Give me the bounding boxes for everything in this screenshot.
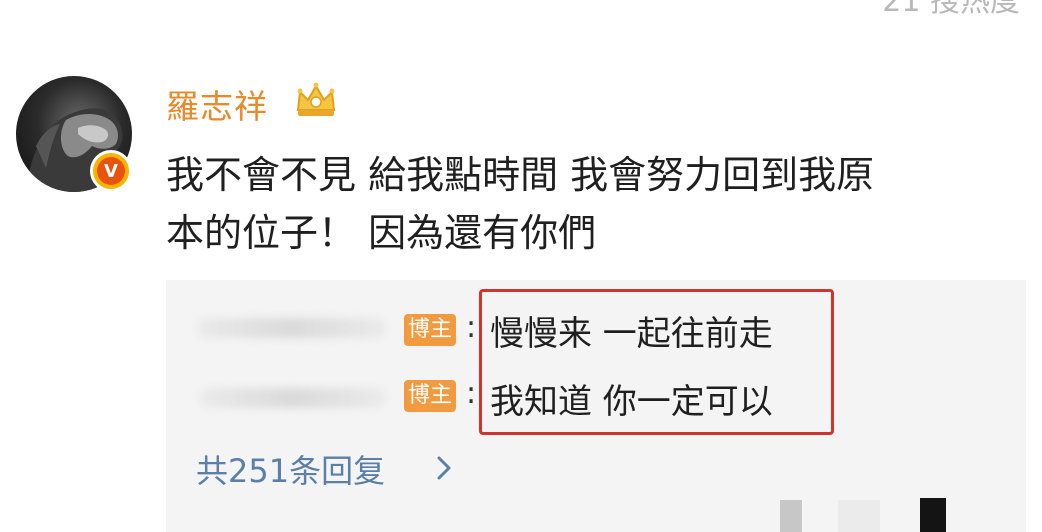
highlight-box: [479, 289, 834, 435]
blogger-badge: 博主: [404, 314, 456, 346]
post-text-line-2: 本的位子！ 因為還有你們: [166, 211, 597, 255]
post-text: 我不會不見 給我點時間 我會努力回到我原 本的位子！ 因為還有你們: [166, 146, 1026, 262]
blurred-username: [196, 318, 386, 338]
view-replies-link[interactable]: 共251条回复: [196, 446, 385, 492]
weibo-post-screenshot: 21 搜热度 V 羅志祥 我不會不見 給我點時間 我會努力回到我原 本的位子！ …: [0, 0, 1042, 532]
thumbnail-edge: [780, 500, 802, 532]
blurred-username: [200, 388, 386, 408]
blogger-badge: 博主: [404, 380, 456, 412]
reply-colon: :: [466, 310, 477, 345]
thumbnail-edge: [920, 498, 946, 532]
verified-badge-icon: V: [90, 150, 132, 192]
thumbnail-edge: [838, 500, 880, 532]
hot-search-heat: 21 搜热度: [882, 0, 1020, 19]
chevron-right-icon[interactable]: [434, 452, 454, 484]
crown-icon: [296, 82, 336, 116]
reply-colon: :: [466, 376, 477, 411]
post-text-line-1: 我不會不見 給我點時間 我會努力回到我原: [166, 153, 875, 197]
username[interactable]: 羅志祥: [166, 80, 268, 128]
